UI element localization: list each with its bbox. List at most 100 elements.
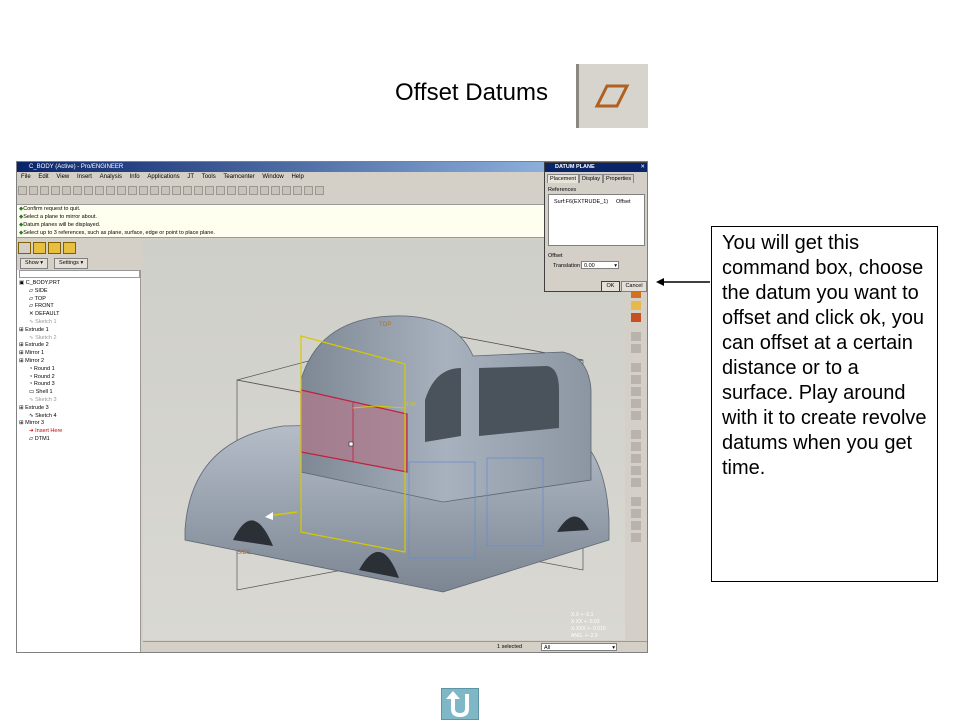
menu-teamcenter[interactable]: Teamcenter [223, 174, 254, 180]
tree-item[interactable]: ▭ Shell 1 [19, 389, 139, 397]
return-button[interactable] [441, 688, 479, 720]
plane-label-side: SIDE [237, 550, 251, 556]
tree-item[interactable]: ⊞ Mirror 1 [19, 350, 139, 358]
tree-item[interactable]: ▱ TOP [19, 296, 139, 304]
round-icon[interactable] [631, 411, 641, 420]
datum-axis-icon[interactable] [631, 301, 641, 310]
tolerance-line: X.XXX +- 0.010 [571, 626, 606, 632]
tree-item[interactable]: ⊞ Mirror 2 [19, 358, 139, 366]
tree-item[interactable]: ∿ Sketch 2 [19, 335, 139, 343]
tab-properties[interactable]: Properties [603, 174, 635, 183]
trim-icon[interactable] [631, 521, 641, 530]
rib-icon[interactable] [631, 387, 641, 396]
close-icon[interactable]: ✕ [640, 163, 645, 172]
datum-plane-icon [576, 64, 648, 128]
menu-file[interactable]: File [21, 174, 31, 180]
tree-search-field[interactable] [19, 270, 140, 278]
blend-icon[interactable] [631, 454, 641, 463]
graphics-viewport[interactable]: TOP SIDE 0.00 X.X +- 0.1 X.XX +- 0.03 X.… [143, 240, 625, 640]
tree-item[interactable]: ⊞ Extrude 1 [19, 327, 139, 335]
dialog-title: DATUM PLANE [545, 163, 647, 172]
sweep-icon[interactable] [631, 442, 641, 451]
panel-buttons: Show ▾ Settings ▾ [17, 256, 141, 270]
offset-value-label[interactable]: 0.00 [405, 402, 416, 408]
tolerance-line: X.X +- 0.1 [571, 612, 594, 618]
tree-item[interactable]: ✕ DEFAULT [19, 311, 139, 319]
menu-window[interactable]: Window [262, 174, 283, 180]
settings-button[interactable]: Settings ▾ [54, 258, 89, 269]
show-button[interactable]: Show ▾ [20, 258, 49, 269]
datum-plane-dialog: DATUM PLANE ✕ Placement Display Properties… [544, 162, 647, 292]
translation-label: Translation [553, 263, 581, 269]
draft-icon[interactable] [631, 399, 641, 408]
tree-item[interactable]: ▱ SIDE [19, 288, 139, 296]
slide-title: Offset Datums [395, 79, 548, 106]
tree-item[interactable]: ▱ FRONT [19, 303, 139, 311]
tree-item[interactable]: ∿ Sketch 3 [19, 397, 139, 405]
tree-item[interactable]: ⊞ Mirror 3 [19, 420, 139, 428]
favorites-tab-icon[interactable] [48, 242, 61, 254]
tree-item[interactable]: ⊞ Extrude 3 [19, 405, 139, 413]
model-tree-tab-icon[interactable] [18, 242, 31, 254]
menu-applications[interactable]: Applications [147, 174, 179, 180]
status-bar: 1 selected All ▾ [143, 641, 647, 652]
shell-icon[interactable] [631, 375, 641, 384]
folder-browser-tab-icon[interactable] [33, 242, 46, 254]
extrude-icon[interactable] [631, 332, 641, 341]
chamfer-icon[interactable] [631, 430, 641, 439]
tab-placement[interactable]: Placement [547, 174, 579, 183]
merge-icon[interactable] [631, 478, 641, 487]
tab-display[interactable]: Display [579, 174, 604, 183]
revolve-icon[interactable] [631, 344, 641, 353]
ok-button[interactable]: OK [601, 281, 620, 292]
references-list[interactable]: Surf:F6(EXTRUDE_1) Offset [548, 194, 645, 246]
cancel-button[interactable]: Cancel [621, 281, 647, 292]
model-tree-panel: Show ▾ Settings ▾ ▣ C_BODY.PRT ▱ SIDE ▱ T… [17, 240, 141, 652]
menu-analysis[interactable]: Analysis [100, 174, 122, 180]
menu-view[interactable]: View [56, 174, 69, 180]
tree-item[interactable]: ∿ Sketch 4 [19, 413, 139, 421]
tolerance-line: X.XX +- 0.03 [571, 619, 600, 625]
offset-label: Offset [548, 253, 563, 259]
reference-type[interactable]: Offset [616, 199, 631, 205]
callout-arrow [656, 278, 710, 286]
selection-count: 1 selected [497, 644, 523, 650]
proe-window: C_BODY (Active) - Pro/ENGINEER File Edit… [16, 161, 648, 653]
tree-item[interactable]: ◔ Round 3 [19, 381, 139, 389]
plane-label-top: TOP [379, 322, 391, 328]
tree-item[interactable]: ▣ C_BODY.PRT [19, 280, 139, 288]
selection-filter-dropdown[interactable]: All ▾ [541, 643, 617, 651]
hole-icon[interactable] [631, 363, 641, 372]
tree-item[interactable]: ◔ Round 1 [19, 366, 139, 374]
feature-toolbar [625, 274, 647, 640]
menu-edit[interactable]: Edit [38, 174, 48, 180]
pattern-icon[interactable] [631, 509, 641, 518]
chevron-down-icon: ▾ [614, 263, 617, 269]
offset-icon[interactable] [631, 533, 641, 542]
chevron-down-icon: ▾ [612, 645, 615, 651]
menu-info[interactable]: Info [130, 174, 140, 180]
tree-item[interactable]: ∿ Sketch 1 [19, 319, 139, 327]
model-tree: ▣ C_BODY.PRT ▱ SIDE ▱ TOP ▱ FRONT ✕ DEFA… [19, 280, 139, 444]
menu-tools[interactable]: Tools [202, 174, 216, 180]
menu-jt[interactable]: JT [187, 174, 194, 180]
menu-help[interactable]: Help [291, 174, 303, 180]
translation-input[interactable]: 0.00 ▾ [581, 261, 619, 269]
reference-name[interactable]: Surf:F6(EXTRUDE_1) [554, 199, 608, 205]
references-label: References [548, 187, 577, 193]
model-render: TOP SIDE 0.00 X.X +- 0.1 X.XX +- 0.03 X.… [184, 315, 610, 639]
style-icon[interactable] [631, 466, 641, 475]
callout-text: You will get this command box, choose th… [711, 226, 938, 582]
tolerance-line: ANG. +- 2.0 [571, 633, 598, 639]
dialog-tabs: Placement Display Properties [547, 174, 635, 183]
menu-insert[interactable]: Insert [77, 174, 92, 180]
mirror-icon[interactable] [631, 497, 641, 506]
panel-tabs [17, 240, 141, 256]
tree-item-insert-here[interactable]: ➜ Insert Here [19, 428, 139, 436]
tree-item[interactable]: ⊞ Extrude 2 [19, 342, 139, 350]
tree-item[interactable]: ◔ Round 2 [19, 374, 139, 382]
tree-item[interactable]: ▱ DTM1 [19, 436, 139, 444]
connections-tab-icon[interactable] [63, 242, 76, 254]
u-turn-icon [446, 691, 469, 718]
datum-curve-icon[interactable] [631, 313, 641, 322]
